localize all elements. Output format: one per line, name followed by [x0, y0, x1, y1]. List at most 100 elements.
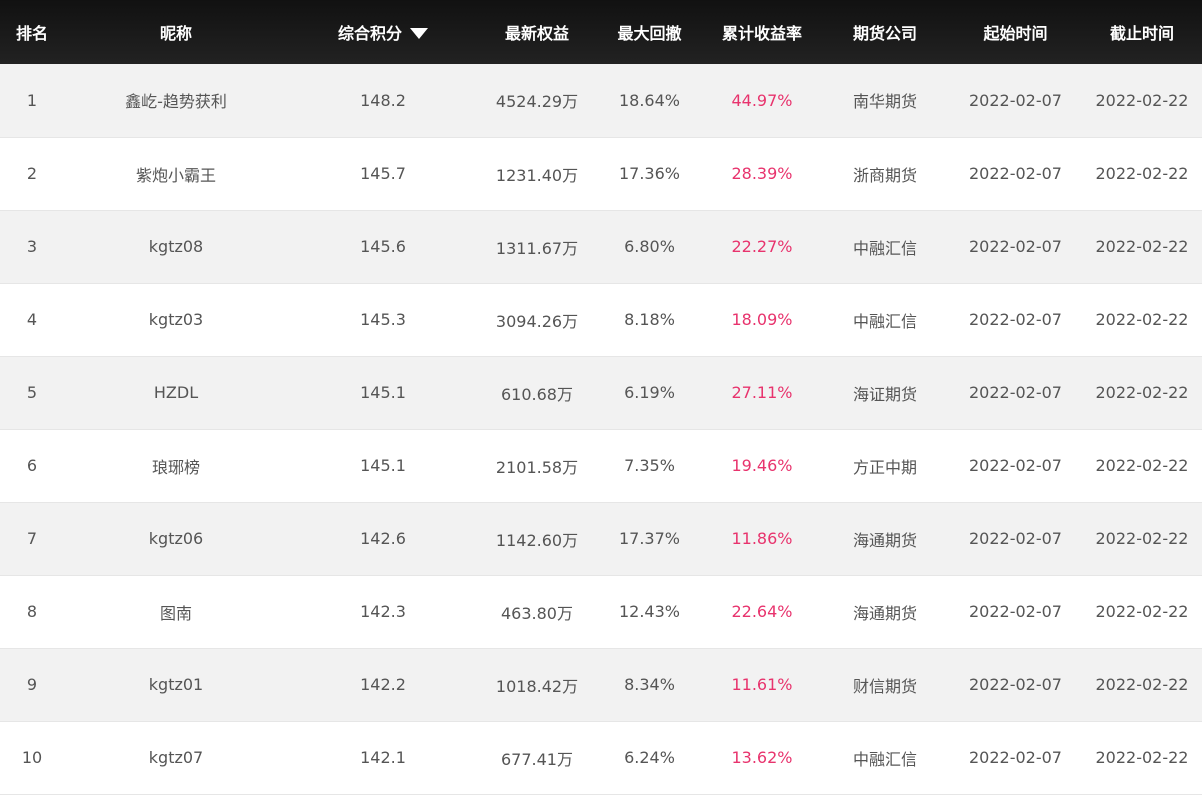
cell-end-time: 2022-02-22	[1082, 429, 1202, 503]
cell-start-time: 2022-02-07	[949, 502, 1082, 576]
cell-drawdown: 8.34%	[596, 648, 703, 722]
cell-return-rate: 22.27%	[703, 210, 821, 284]
cell-equity: 1142.60万	[478, 502, 596, 576]
cell-nickname: kgtz07	[64, 721, 288, 795]
cell-drawdown: 6.80%	[596, 210, 703, 284]
cell-drawdown: 12.43%	[596, 575, 703, 649]
table-row: 10 kgtz07 142.1 677.41万 6.24% 13.62% 中融汇…	[0, 721, 1202, 795]
table-row: 5 HZDL 145.1 610.68万 6.19% 27.11% 海证期货 2…	[0, 356, 1202, 430]
table-row: 7 kgtz06 142.6 1142.60万 17.37% 11.86% 海通…	[0, 502, 1202, 576]
cell-company: 中融汇信	[821, 283, 949, 357]
cell-equity: 1231.40万	[478, 137, 596, 211]
cell-rank: 5	[0, 356, 64, 430]
cell-equity: 3094.26万	[478, 283, 596, 357]
header-end-time: 截止时间	[1109, 24, 1174, 43]
cell-start-time: 2022-02-07	[949, 210, 1082, 284]
cell-company: 中融汇信	[821, 210, 949, 284]
cell-start-time: 2022-02-07	[949, 356, 1082, 430]
table-row: 1 鑫屹-趋势获利 148.2 4524.29万 18.64% 44.97% 南…	[0, 64, 1202, 138]
cell-company: 海通期货	[821, 575, 949, 649]
cell-drawdown: 7.35%	[596, 429, 703, 503]
cell-company: 中融汇信	[821, 721, 949, 795]
cell-equity: 1311.67万	[478, 210, 596, 284]
cell-start-time: 2022-02-07	[949, 721, 1082, 795]
cell-rank: 4	[0, 283, 64, 357]
cell-score: 145.3	[288, 283, 478, 357]
cell-end-time: 2022-02-22	[1082, 283, 1202, 357]
cell-score: 142.2	[288, 648, 478, 722]
cell-equity: 1018.42万	[478, 648, 596, 722]
cell-end-time: 2022-02-22	[1082, 575, 1202, 649]
cell-equity: 677.41万	[478, 721, 596, 795]
table-body: 1 鑫屹-趋势获利 148.2 4524.29万 18.64% 44.97% 南…	[0, 64, 1202, 795]
cell-rank: 9	[0, 648, 64, 722]
cell-start-time: 2022-02-07	[949, 283, 1082, 357]
cell-start-time: 2022-02-07	[949, 575, 1082, 649]
cell-start-time: 2022-02-07	[949, 64, 1082, 138]
cell-score: 145.1	[288, 356, 478, 430]
cell-equity: 610.68万	[478, 356, 596, 430]
cell-end-time: 2022-02-22	[1082, 648, 1202, 722]
table-row: 9 kgtz01 142.2 1018.42万 8.34% 11.61% 财信期…	[0, 648, 1202, 722]
header-drawdown: 最大回撤	[617, 24, 682, 43]
table-row: 8 图南 142.3 463.80万 12.43% 22.64% 海通期货 20…	[0, 575, 1202, 649]
table-row: 2 紫炮小霸王 145.7 1231.40万 17.36% 28.39% 浙商期…	[0, 137, 1202, 211]
cell-return-rate: 27.11%	[703, 356, 821, 430]
cell-nickname: kgtz08	[64, 210, 288, 284]
cell-return-rate: 44.97%	[703, 64, 821, 138]
caret-down-icon[interactable]	[410, 27, 428, 39]
cell-drawdown: 18.64%	[596, 64, 703, 138]
cell-end-time: 2022-02-22	[1082, 64, 1202, 138]
cell-equity: 463.80万	[478, 575, 596, 649]
header-equity: 最新权益	[504, 24, 569, 43]
cell-nickname: kgtz01	[64, 648, 288, 722]
header-score-label: 综合积分	[337, 24, 402, 43]
cell-nickname: HZDL	[64, 356, 288, 430]
cell-rank: 8	[0, 575, 64, 649]
cell-nickname: 鑫屹-趋势获利	[64, 64, 288, 138]
header-return-rate: 累计收益率	[721, 24, 802, 43]
cell-return-rate: 18.09%	[703, 283, 821, 357]
cell-rank: 3	[0, 210, 64, 284]
cell-drawdown: 6.24%	[596, 721, 703, 795]
cell-nickname: 图南	[64, 575, 288, 649]
ranking-table: 排名 昵称 综合积分 最新权益 最大回撤 累计收益率 期货公司 起始时间 截止时…	[0, 0, 1202, 795]
cell-end-time: 2022-02-22	[1082, 137, 1202, 211]
cell-drawdown: 17.36%	[596, 137, 703, 211]
cell-end-time: 2022-02-22	[1082, 210, 1202, 284]
cell-nickname: kgtz03	[64, 283, 288, 357]
cell-company: 南华期货	[821, 64, 949, 138]
cell-company: 财信期货	[821, 648, 949, 722]
cell-company: 海通期货	[821, 502, 949, 576]
cell-nickname: 琅琊榜	[64, 429, 288, 503]
cell-rank: 10	[0, 721, 64, 795]
cell-rank: 2	[0, 137, 64, 211]
cell-nickname: 紫炮小霸王	[64, 137, 288, 211]
cell-return-rate: 11.61%	[703, 648, 821, 722]
cell-score: 148.2	[288, 64, 478, 138]
cell-nickname: kgtz06	[64, 502, 288, 576]
cell-start-time: 2022-02-07	[949, 137, 1082, 211]
table-row: 6 琅琊榜 145.1 2101.58万 7.35% 19.46% 方正中期 2…	[0, 429, 1202, 503]
header-company: 期货公司	[852, 24, 917, 43]
cell-company: 方正中期	[821, 429, 949, 503]
cell-end-time: 2022-02-22	[1082, 356, 1202, 430]
cell-drawdown: 17.37%	[596, 502, 703, 576]
header-rank: 排名	[15, 24, 48, 43]
cell-equity: 2101.58万	[478, 429, 596, 503]
cell-return-rate: 19.46%	[703, 429, 821, 503]
sort-score-button[interactable]: 综合积分	[338, 20, 428, 44]
cell-company: 浙商期货	[821, 137, 949, 211]
cell-return-rate: 28.39%	[703, 137, 821, 211]
cell-rank: 6	[0, 429, 64, 503]
cell-end-time: 2022-02-22	[1082, 502, 1202, 576]
header-score[interactable]: 综合积分	[288, 0, 478, 64]
cell-return-rate: 11.86%	[703, 502, 821, 576]
cell-drawdown: 8.18%	[596, 283, 703, 357]
cell-return-rate: 13.62%	[703, 721, 821, 795]
cell-start-time: 2022-02-07	[949, 648, 1082, 722]
cell-drawdown: 6.19%	[596, 356, 703, 430]
cell-equity: 4524.29万	[478, 64, 596, 138]
cell-score: 142.6	[288, 502, 478, 576]
table-header: 排名 昵称 综合积分 最新权益 最大回撤 累计收益率 期货公司 起始时间 截止时…	[0, 0, 1202, 64]
